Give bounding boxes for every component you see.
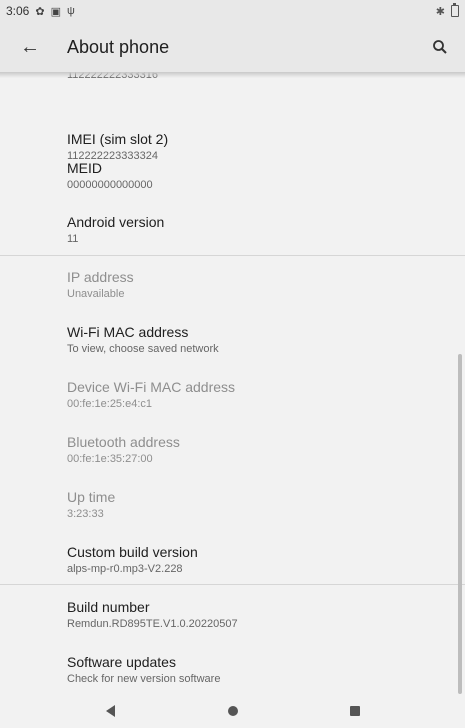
battery-icon <box>451 3 459 17</box>
item-summary: 00:fe:1e:35:27:00 <box>67 453 153 465</box>
item-title: Software updates <box>67 654 176 670</box>
screenshot-icon: ▣ <box>50 5 61 18</box>
status-time: 3:06 <box>6 4 30 18</box>
nav-home-icon[interactable] <box>208 694 258 728</box>
list-item-custom-build-version[interactable]: Custom build version alps-mp-r0.mp3-V2.2… <box>67 543 455 576</box>
app-bar: ← About phone <box>0 22 465 72</box>
settings-list[interactable]: 112222222333316 IMEI (sim slot 2) 112222… <box>0 72 465 694</box>
item-summary: 00000000000000 <box>67 179 153 191</box>
list-item-up-time[interactable]: Up time 3:23:33 <box>67 488 455 521</box>
item-summary: To view, choose saved network <box>67 343 219 355</box>
usb-icon: ψ <box>66 5 75 17</box>
item-title: IMEI (sim slot 2) <box>67 131 169 147</box>
bluetooth-icon: ✱ <box>435 5 445 18</box>
list-item-build-number[interactable]: Build number Remdun.RD895TE.V1.0.2022050… <box>67 598 455 631</box>
nav-recents-icon[interactable] <box>330 694 380 728</box>
item-title: MEID <box>67 160 102 176</box>
list-item-ip-address[interactable]: IP address Unavailable <box>67 268 455 301</box>
item-summary: Unavailable <box>67 288 125 300</box>
item-summary: alps-mp-r0.mp3-V2.228 <box>67 563 183 575</box>
item-title: Bluetooth address <box>67 434 180 450</box>
section-divider <box>0 255 465 256</box>
nav-back-icon[interactable] <box>85 694 135 728</box>
page-title: About phone <box>67 36 170 57</box>
list-item-meid[interactable]: MEID 00000000000000 <box>67 159 455 192</box>
item-summary: Remdun.RD895TE.V1.0.20220507 <box>67 618 238 630</box>
item-title: Wi-Fi MAC address <box>67 324 189 340</box>
section-divider <box>0 584 465 585</box>
scrollbar[interactable] <box>458 354 462 694</box>
item-title: Android version <box>67 214 165 230</box>
item-title: Up time <box>67 489 116 505</box>
status-bar: 3:06 ✿ ▣ ψ ✱ <box>0 0 465 22</box>
list-item-software-updates[interactable]: Software updates Check for new version s… <box>67 653 455 686</box>
list-item-android-version[interactable]: Android version 11 <box>67 213 455 246</box>
arrow-back-icon[interactable]: ← <box>0 22 60 72</box>
navigation-bar <box>0 694 465 728</box>
list-item-bluetooth-address[interactable]: Bluetooth address 00:fe:1e:35:27:00 <box>67 433 455 466</box>
item-summary: 11 <box>67 233 79 245</box>
gear-icon: ✿ <box>35 5 45 18</box>
search-icon[interactable] <box>415 22 465 72</box>
list-item-device-wifi-mac[interactable]: Device Wi-Fi MAC address 00:fe:1e:25:e4:… <box>67 378 455 411</box>
item-summary: Check for new version software <box>67 673 221 685</box>
item-summary: 3:23:33 <box>67 508 104 520</box>
item-title: Custom build version <box>67 544 198 560</box>
item-title: Build number <box>67 599 150 615</box>
app-bar-shadow <box>0 72 465 78</box>
item-summary: 00:fe:1e:25:e4:c1 <box>67 398 153 410</box>
item-title: IP address <box>67 269 134 285</box>
item-title: Device Wi-Fi MAC address <box>67 379 236 395</box>
list-item-wifi-mac[interactable]: Wi-Fi MAC address To view, choose saved … <box>67 323 455 356</box>
